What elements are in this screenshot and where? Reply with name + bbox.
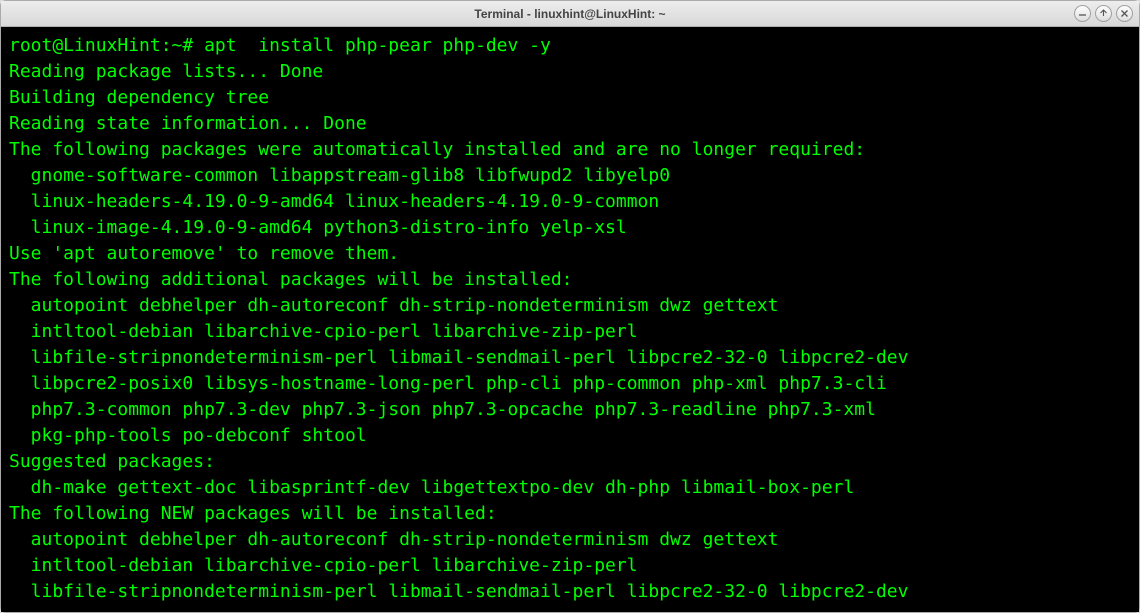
minimize-button[interactable] — [1074, 5, 1091, 22]
maximize-icon — [1099, 9, 1108, 18]
shell-output: Reading package lists... Done Building d… — [9, 61, 908, 602]
terminal-body[interactable]: root@LinuxHint:~# apt install php-pear p… — [1, 27, 1139, 612]
terminal-content: root@LinuxHint:~# apt install php-pear p… — [9, 33, 1131, 605]
window-title: Terminal - linuxhint@LinuxHint: ~ — [7, 7, 1133, 21]
shell-command: apt install php-pear php-dev -y — [204, 35, 551, 56]
window-titlebar: Terminal - linuxhint@LinuxHint: ~ — [1, 1, 1139, 27]
close-button[interactable] — [1116, 5, 1133, 22]
minimize-icon — [1078, 9, 1087, 18]
close-icon — [1120, 9, 1129, 18]
shell-prompt: root@LinuxHint:~# — [9, 35, 204, 56]
maximize-button[interactable] — [1095, 5, 1112, 22]
window-controls — [1074, 5, 1133, 22]
